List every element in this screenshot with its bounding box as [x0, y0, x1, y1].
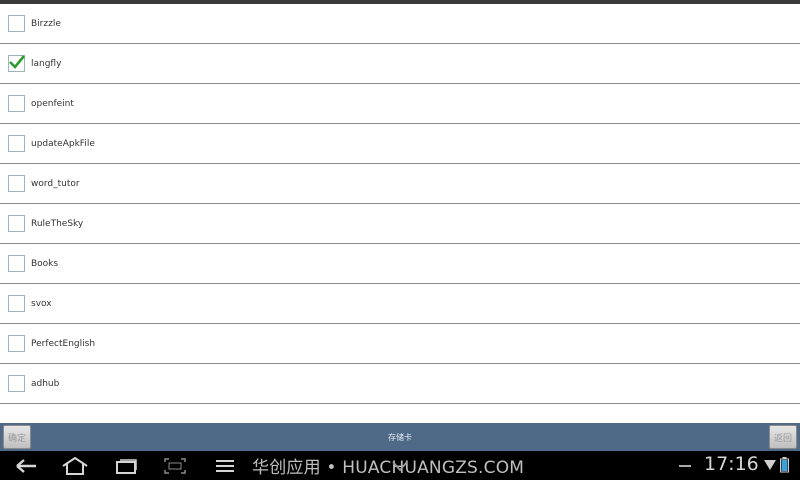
- list-item[interactable]: PerfectEnglish: [0, 324, 800, 364]
- list-item[interactable]: svox: [0, 284, 800, 324]
- list-item-label: svox: [31, 298, 52, 309]
- status-separator: [679, 465, 691, 467]
- list-item[interactable]: Books: [0, 244, 800, 284]
- checkbox[interactable]: [8, 295, 25, 312]
- list-item[interactable]: RuleTheSky: [0, 204, 800, 244]
- list-item-label: RuleTheSky: [31, 218, 84, 229]
- wifi-icon: [764, 460, 776, 470]
- directory-list: Birzzle langfly openfeint updateApkFile word…: [0, 4, 800, 420]
- system-navigation-bar: 华创应用 • HUACHUANGZS.COM 17:16: [0, 451, 800, 480]
- list-item[interactable]: adhub: [0, 364, 800, 404]
- checkbox[interactable]: [8, 255, 25, 272]
- list-item[interactable]: updateApkFile: [0, 124, 800, 164]
- bottom-action-bar: 确定 存储卡 返回: [0, 423, 800, 451]
- checkbox[interactable]: [8, 375, 25, 392]
- clock: 17:16: [704, 453, 759, 475]
- screenshot-icon[interactable]: [163, 457, 187, 475]
- checkbox[interactable]: [8, 335, 25, 352]
- list-item-label: adhub: [31, 378, 60, 389]
- list-item[interactable]: openfeint: [0, 84, 800, 124]
- back-button[interactable]: 返回: [769, 425, 797, 449]
- keyboard-hide-icon[interactable]: [390, 457, 410, 475]
- list-item[interactable]: Birzzle: [0, 4, 800, 44]
- watermark-text: 华创应用 • HUACHUANGZS.COM: [252, 458, 525, 478]
- list-item-label: langfly: [31, 58, 62, 69]
- confirm-button[interactable]: 确定: [3, 425, 31, 449]
- list-item-label: openfeint: [31, 98, 74, 109]
- checkbox[interactable]: [8, 95, 25, 112]
- back-icon[interactable]: [12, 457, 38, 475]
- checkbox[interactable]: [8, 215, 25, 232]
- list-item-label: updateApkFile: [31, 138, 95, 149]
- checkbox[interactable]: [8, 55, 26, 72]
- menu-icon[interactable]: [214, 457, 236, 475]
- home-icon[interactable]: [60, 457, 90, 475]
- list-item-label: Books: [31, 258, 59, 269]
- battery-icon: [780, 457, 789, 473]
- recent-apps-icon[interactable]: [114, 457, 138, 475]
- list-item-label: Birzzle: [31, 18, 61, 29]
- checkbox[interactable]: [8, 135, 25, 152]
- list-item[interactable]: langfly: [0, 44, 800, 84]
- checkmark-icon: [9, 55, 26, 69]
- list-item[interactable]: word_tutor: [0, 164, 800, 204]
- checkbox[interactable]: [8, 175, 25, 192]
- checkbox[interactable]: [8, 15, 25, 32]
- list-item-label: PerfectEnglish: [31, 338, 96, 349]
- list-item-label: word_tutor: [31, 178, 80, 189]
- storage-title: 存储卡: [388, 432, 412, 442]
